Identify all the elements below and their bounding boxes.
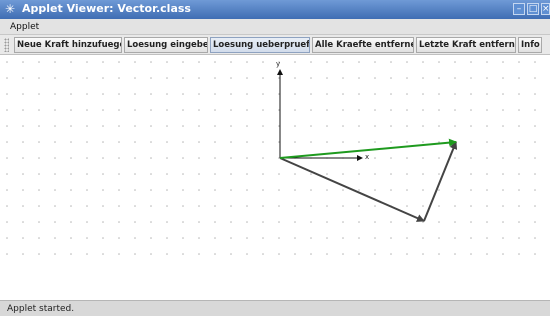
y-axis-label: y: [276, 60, 280, 68]
x-axis-label: x: [365, 153, 369, 161]
window-titlebar[interactable]: ✳ Applet Viewer: Vector.class – □ ×: [0, 0, 550, 19]
force-vector-1[interactable]: [279, 157, 425, 222]
toolbar-grip-handle[interactable]: [4, 38, 9, 52]
vector-drawing[interactable]: y x: [0, 55, 550, 300]
status-text: Applet started.: [7, 304, 75, 314]
remove-all-forces-button[interactable]: Alle Kraefte entfernen: [312, 37, 414, 53]
vector-canvas[interactable]: y x: [0, 55, 550, 300]
force-vector-2[interactable]: [423, 141, 458, 222]
enter-solution-button[interactable]: Loesung eingeben: [124, 37, 208, 53]
statusbar: Applet started.: [0, 300, 550, 316]
minimize-icon[interactable]: –: [513, 3, 525, 15]
info-button[interactable]: Info: [518, 37, 542, 53]
close-icon[interactable]: ×: [541, 3, 550, 15]
maximize-icon[interactable]: □: [527, 3, 539, 15]
toolbar: Neue Kraft hinzufuegen Loesung eingeben …: [0, 35, 550, 55]
menubar: Applet: [0, 19, 550, 35]
menu-applet[interactable]: Applet: [10, 20, 39, 34]
window-title: Applet Viewer: Vector.class: [22, 2, 191, 15]
applet-window-icon: ✳: [4, 2, 16, 16]
grid-dots: [6, 61, 536, 255]
add-force-button[interactable]: Neue Kraft hinzufuegen: [14, 37, 122, 53]
remove-last-force-button[interactable]: Letzte Kraft entfernen: [416, 37, 516, 53]
check-solution-button[interactable]: Loesung ueberpruefen: [210, 37, 310, 53]
